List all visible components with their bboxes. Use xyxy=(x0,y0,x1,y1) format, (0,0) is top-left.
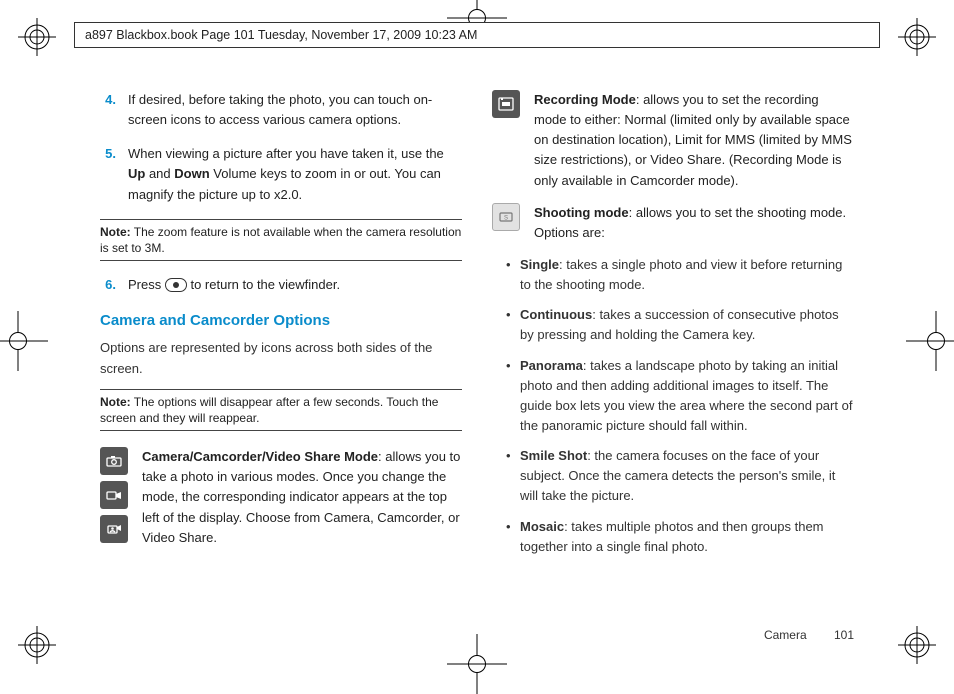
footer-section: Camera xyxy=(764,628,807,642)
reg-mark-br xyxy=(894,622,940,668)
step-text: When viewing a picture after you have ta… xyxy=(128,144,462,204)
option-smile-shot: Smile Shot: the camera focuses on the fa… xyxy=(506,446,854,506)
option-panorama: Panorama: takes a landscape photo by tak… xyxy=(506,356,854,437)
note-options: Note: The options will disappear after a… xyxy=(100,389,462,431)
option-name: Panorama xyxy=(520,358,583,373)
left-column: 4. If desired, before taking the photo, … xyxy=(100,90,462,612)
video-share-icon xyxy=(100,515,128,543)
reg-mark-tr xyxy=(894,14,940,60)
shooting-mode-text: Shooting mode: allows you to set the sho… xyxy=(534,203,854,243)
step-text: Press to return to the viewfinder. xyxy=(128,275,462,295)
mode-name: Shooting mode xyxy=(534,205,629,220)
note-text: The zoom feature is not available when t… xyxy=(100,225,461,255)
page-body: 4. If desired, before taking the photo, … xyxy=(100,90,854,612)
right-column: Recording Mode: allows you to set the re… xyxy=(492,90,854,612)
step-number: 4. xyxy=(100,90,116,130)
running-header: a897 Blackbox.book Page 101 Tuesday, Nov… xyxy=(74,22,880,48)
recording-mode-icon xyxy=(492,90,520,118)
option-desc: : takes multiple photos and then groups … xyxy=(520,519,824,554)
crop-cross-left xyxy=(0,311,48,371)
step-number: 6. xyxy=(100,275,116,295)
step-5: 5. When viewing a picture after you have… xyxy=(100,144,462,204)
key-up: Up xyxy=(128,166,145,181)
camera-mode-block: Camera/Camcorder/Video Share Mode: allow… xyxy=(100,447,462,548)
reg-mark-tl xyxy=(14,14,60,60)
section-intro: Options are represented by icons across … xyxy=(100,338,462,378)
option-name: Mosaic xyxy=(520,519,564,534)
text: and xyxy=(145,166,174,181)
option-continuous: Continuous: takes a succession of consec… xyxy=(506,305,854,345)
camera-icon xyxy=(100,447,128,475)
running-header-text: a897 Blackbox.book Page 101 Tuesday, Nov… xyxy=(85,28,477,42)
shooting-mode-options: Single: takes a single photo and view it… xyxy=(492,255,854,557)
center-key-icon xyxy=(165,278,187,292)
option-mosaic: Mosaic: takes multiple photos and then g… xyxy=(506,517,854,557)
step-text: If desired, before taking the photo, you… xyxy=(128,90,462,130)
note-text: The options will disappear after a few s… xyxy=(100,395,438,425)
text: When viewing a picture after you have ta… xyxy=(128,146,444,161)
camera-mode-text: Camera/Camcorder/Video Share Mode: allow… xyxy=(142,447,462,548)
reg-mark-bl xyxy=(14,622,60,668)
footer-page-number: 101 xyxy=(834,628,854,642)
recording-mode-icon-col xyxy=(492,90,522,191)
note-label: Note: xyxy=(100,225,131,239)
shooting-mode-icon-col: S xyxy=(492,203,522,243)
recording-mode-block: Recording Mode: allows you to set the re… xyxy=(492,90,854,191)
option-single: Single: takes a single photo and view it… xyxy=(506,255,854,295)
shooting-mode-block: S Shooting mode: allows you to set the s… xyxy=(492,203,854,243)
page-footer: Camera 101 xyxy=(764,628,854,642)
note-zoom: Note: The zoom feature is not available … xyxy=(100,219,462,261)
crop-cross-bottom xyxy=(447,634,507,694)
camera-mode-icons xyxy=(100,447,130,548)
text: Press xyxy=(128,277,165,292)
section-heading: Camera and Camcorder Options xyxy=(100,309,462,332)
note-label: Note: xyxy=(100,395,131,409)
mode-name: Camera/Camcorder/Video Share Mode xyxy=(142,449,378,464)
recording-mode-text: Recording Mode: allows you to set the re… xyxy=(534,90,854,191)
step-6: 6. Press to return to the viewfinder. xyxy=(100,275,462,295)
key-down: Down xyxy=(174,166,209,181)
step-4: 4. If desired, before taking the photo, … xyxy=(100,90,462,130)
option-name: Single xyxy=(520,257,559,272)
svg-text:S: S xyxy=(504,215,508,221)
text: to return to the viewfinder. xyxy=(190,277,340,292)
option-name: Continuous xyxy=(520,307,592,322)
mode-name: Recording Mode xyxy=(534,92,636,107)
camcorder-icon xyxy=(100,481,128,509)
shooting-mode-icon: S xyxy=(492,203,520,231)
crop-cross-right xyxy=(906,311,954,371)
option-name: Smile Shot xyxy=(520,448,587,463)
option-desc: : takes a single photo and view it befor… xyxy=(520,257,842,292)
step-number: 5. xyxy=(100,144,116,204)
